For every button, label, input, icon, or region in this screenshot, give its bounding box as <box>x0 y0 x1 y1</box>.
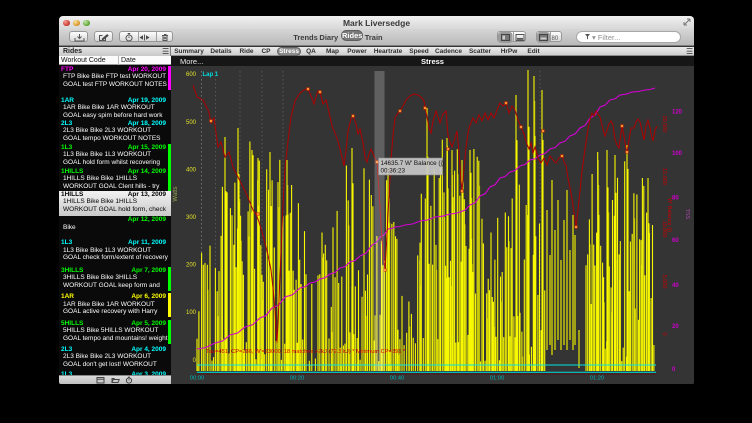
svg-text:60: 60 <box>672 238 679 244</box>
svg-text:80: 80 <box>552 36 559 42</box>
svg-text:200: 200 <box>186 263 197 269</box>
svg-text:500: 500 <box>186 120 197 126</box>
svg-text:TSS: TSS <box>684 209 690 220</box>
svg-text:20: 20 <box>672 324 679 330</box>
svg-text:01:20: 01:20 <box>590 376 605 382</box>
svg-text:00:40: 00:40 <box>390 376 405 382</box>
svg-text:600: 600 <box>186 72 197 78</box>
svg-text:400: 400 <box>186 167 197 173</box>
svg-text:00:00: 00:00 <box>190 376 205 382</box>
svg-text:100: 100 <box>186 310 197 316</box>
svg-text:15,000: 15,000 <box>661 168 667 185</box>
svg-text:0: 0 <box>661 332 667 335</box>
svg-text:Watts: Watts <box>173 186 179 201</box>
svg-text:100: 100 <box>672 151 683 157</box>
svg-text:120: 120 <box>672 110 683 116</box>
svg-text:W' Balance (j): W' Balance (j) <box>666 198 672 232</box>
svg-text:5,000: 5,000 <box>661 275 667 289</box>
svg-text:00:36:23: 00:36:23 <box>381 168 406 175</box>
svg-text:40: 40 <box>672 283 679 289</box>
svg-text:80: 80 <box>672 196 679 202</box>
svg-text:Tau=451, CP=286, W'=23000, 18: Tau=451, CP=286, W'=23000, 18 matches >2… <box>206 349 406 355</box>
svg-text:14635.7 W' Balance (j): 14635.7 W' Balance (j) <box>381 160 445 167</box>
svg-text:300: 300 <box>186 215 197 221</box>
svg-text:Lap 1: Lap 1 <box>203 72 219 78</box>
svg-text:01:00: 01:00 <box>490 376 505 382</box>
svg-text:00:20: 00:20 <box>290 376 305 382</box>
svg-text:20,000: 20,000 <box>661 116 667 133</box>
